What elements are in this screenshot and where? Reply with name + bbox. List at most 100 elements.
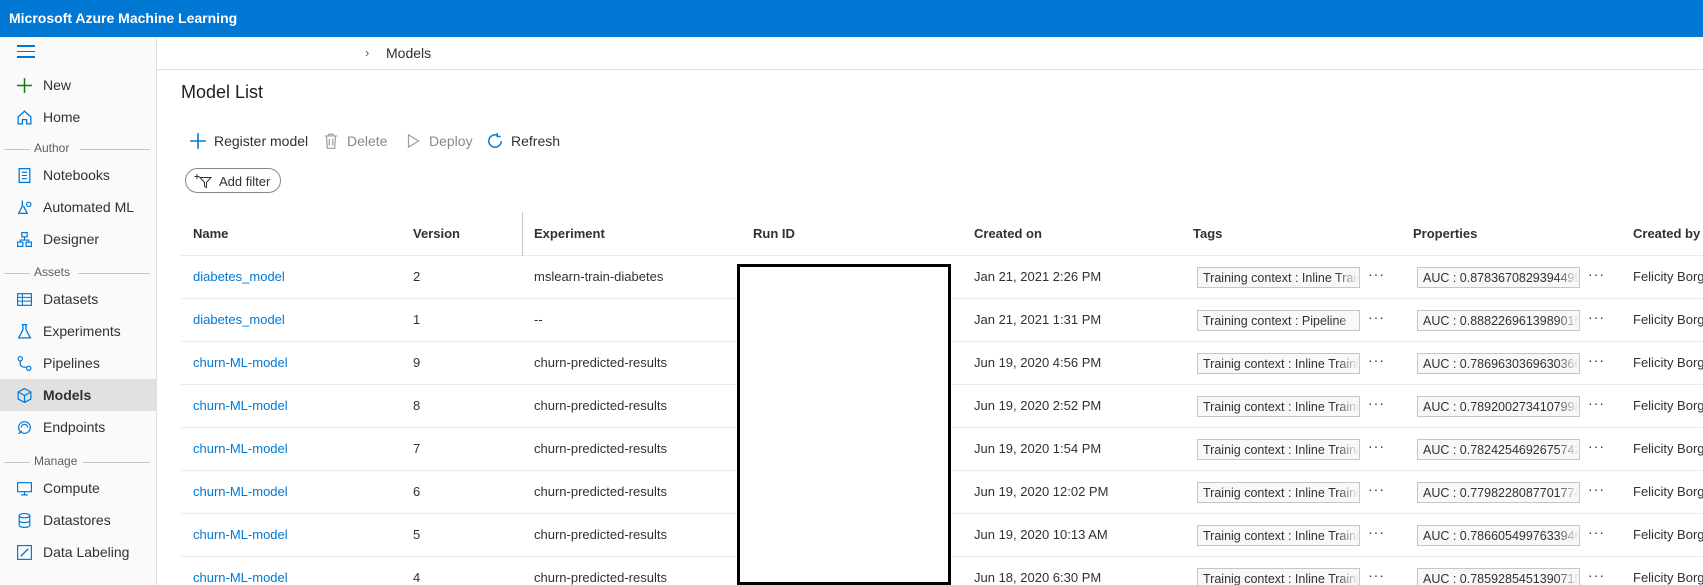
created-by-cell: Felicity Borg	[1633, 441, 1703, 456]
tag-chip: Trainig context : Inline Training	[1197, 482, 1360, 503]
deploy-button[interactable]: Deploy	[404, 131, 473, 151]
refresh-button[interactable]: Refresh	[486, 131, 560, 151]
sidebar-item-pipelines[interactable]: Pipelines	[0, 347, 156, 379]
breadcrumb-current[interactable]: Models	[386, 45, 431, 61]
model-name-link[interactable]: churn-ML-model	[193, 398, 288, 413]
column-resize-handle[interactable]	[522, 212, 523, 256]
column-header-version[interactable]: Version	[413, 226, 460, 241]
experiment-cell: churn-predicted-results	[534, 441, 667, 456]
more-properties-icon[interactable]: ···	[1588, 438, 1605, 454]
sidebar-item-datasets[interactable]: Datasets	[0, 283, 156, 315]
column-header-created-by[interactable]: Created by	[1633, 226, 1700, 241]
table-header: Name Version Experiment Run ID Created o…	[181, 212, 1703, 256]
more-properties-icon[interactable]: ···	[1588, 481, 1605, 497]
model-name-link[interactable]: churn-ML-model	[193, 441, 288, 456]
column-header-run-id[interactable]: Run ID	[753, 226, 795, 241]
more-properties-icon[interactable]: ···	[1588, 309, 1605, 325]
trash-icon	[324, 133, 338, 149]
sidebar-item-designer[interactable]: Designer	[0, 223, 156, 255]
column-header-properties[interactable]: Properties	[1413, 226, 1477, 241]
plus-icon	[17, 78, 32, 93]
more-tags-icon[interactable]: ···	[1368, 352, 1385, 368]
more-tags-icon[interactable]: ···	[1368, 524, 1385, 540]
more-tags-icon[interactable]: ···	[1368, 481, 1385, 497]
breadcrumb: › Models	[157, 37, 1703, 70]
more-properties-icon[interactable]: ···	[1588, 524, 1605, 540]
more-tags-icon[interactable]: ···	[1368, 266, 1385, 282]
sidebar-item-experiments[interactable]: Experiments	[0, 315, 156, 347]
more-properties-icon[interactable]: ···	[1588, 352, 1605, 368]
page-title: Model List	[181, 82, 264, 102]
model-name-link[interactable]: churn-ML-model	[193, 570, 288, 585]
sidebar-item-label: Experiments	[43, 323, 121, 339]
experiment-cell: churn-predicted-results	[534, 398, 667, 413]
tag-chip: Training context : Pipeline	[1197, 310, 1360, 331]
register-model-button[interactable]: Register model	[189, 131, 308, 151]
delete-button[interactable]: Delete	[322, 131, 387, 151]
column-header-tags[interactable]: Tags	[1193, 226, 1222, 241]
add-filter-button[interactable]: Add filter	[185, 168, 281, 193]
column-header-experiment[interactable]: Experiment	[534, 226, 605, 241]
sidebar-item-compute[interactable]: Compute	[0, 472, 156, 504]
version-cell: 6	[413, 484, 421, 499]
created-on-cell: Jun 19, 2020 1:54 PM	[974, 441, 1102, 456]
model-name-link[interactable]: churn-ML-model	[193, 484, 288, 499]
sidebar-item-label: Compute	[43, 480, 100, 496]
created-by-cell: Felicity Borg	[1633, 527, 1703, 542]
model-name-link[interactable]: churn-ML-model	[193, 527, 288, 542]
property-chip: AUC : 0.8783670829394495	[1417, 267, 1580, 288]
experiment-cell: churn-predicted-results	[534, 484, 667, 499]
more-tags-icon[interactable]: ···	[1368, 309, 1385, 325]
tag-chip: Training context : Inline Training	[1197, 267, 1360, 288]
app-title[interactable]: Microsoft Azure Machine Learning	[9, 10, 237, 26]
sidebar-item-label: Datasets	[43, 291, 99, 307]
property-chip: AUC : 0.7798228087701774	[1417, 482, 1580, 503]
property-chip: AUC : 0.7824254692675742	[1417, 439, 1580, 460]
sidebar-item-label: Notebooks	[43, 167, 110, 183]
home-icon	[17, 110, 32, 125]
experiment-cell: churn-predicted-results	[534, 570, 667, 585]
sidebar-item-endpoints[interactable]: Endpoints	[0, 411, 156, 443]
sidebar-item-models[interactable]: Models	[0, 379, 156, 411]
version-cell: 7	[413, 441, 421, 456]
labeling-icon	[17, 545, 32, 560]
version-cell: 2	[413, 269, 421, 284]
sidebar-item-data-labeling[interactable]: Data Labeling	[0, 536, 156, 568]
property-chip: AUC : 0.7869630369630366	[1417, 353, 1580, 374]
more-tags-icon[interactable]: ···	[1368, 395, 1385, 411]
created-on-cell: Jan 21, 2021 2:26 PM	[974, 269, 1102, 284]
more-properties-icon[interactable]: ···	[1588, 395, 1605, 411]
sidebar-item-automated-ml[interactable]: Automated ML	[0, 191, 156, 223]
column-header-created-on[interactable]: Created on	[974, 226, 1042, 241]
sidebar-item-notebooks[interactable]: Notebooks	[0, 159, 156, 191]
property-chip: AUC : 0.8882269613989015	[1417, 310, 1580, 331]
model-name-link[interactable]: churn-ML-model	[193, 355, 288, 370]
version-cell: 1	[413, 312, 421, 327]
model-name-link[interactable]: diabetes_model	[193, 269, 285, 284]
endpoint-icon	[18, 421, 31, 435]
plus-icon	[190, 133, 206, 149]
created-on-cell: Jun 19, 2020 10:13 AM	[974, 527, 1108, 542]
more-tags-icon[interactable]: ···	[1368, 567, 1385, 583]
sidebar-item-home[interactable]: Home	[0, 101, 156, 133]
more-properties-icon[interactable]: ···	[1588, 266, 1605, 282]
sidebar-item-new[interactable]: New	[0, 69, 156, 101]
hamburger-menu-icon[interactable]	[17, 45, 35, 59]
play-icon	[407, 133, 420, 149]
register-model-label: Register model	[214, 133, 309, 149]
sidebar-item-datastores[interactable]: Datastores	[0, 504, 156, 536]
created-by-cell: Felicity Borg	[1633, 484, 1703, 499]
add-filter-label: Add filter	[219, 174, 271, 189]
filter-add-icon	[194, 174, 212, 189]
more-tags-icon[interactable]: ···	[1368, 438, 1385, 454]
sidebar-item-label: Datastores	[43, 512, 111, 528]
more-properties-icon[interactable]: ···	[1588, 567, 1605, 583]
designer-icon	[17, 232, 32, 247]
sidebar-item-label: Home	[43, 109, 81, 125]
property-chip: AUC : 0.7859285451390715	[1417, 568, 1580, 585]
sidebar-item-label: Endpoints	[43, 419, 106, 435]
column-header-name[interactable]: Name	[193, 226, 228, 241]
tag-chip: Trainig context : Inline Training	[1197, 439, 1360, 460]
model-name-link[interactable]: diabetes_model	[193, 312, 285, 327]
property-chip: AUC : 0.7866054997633946	[1417, 525, 1580, 546]
